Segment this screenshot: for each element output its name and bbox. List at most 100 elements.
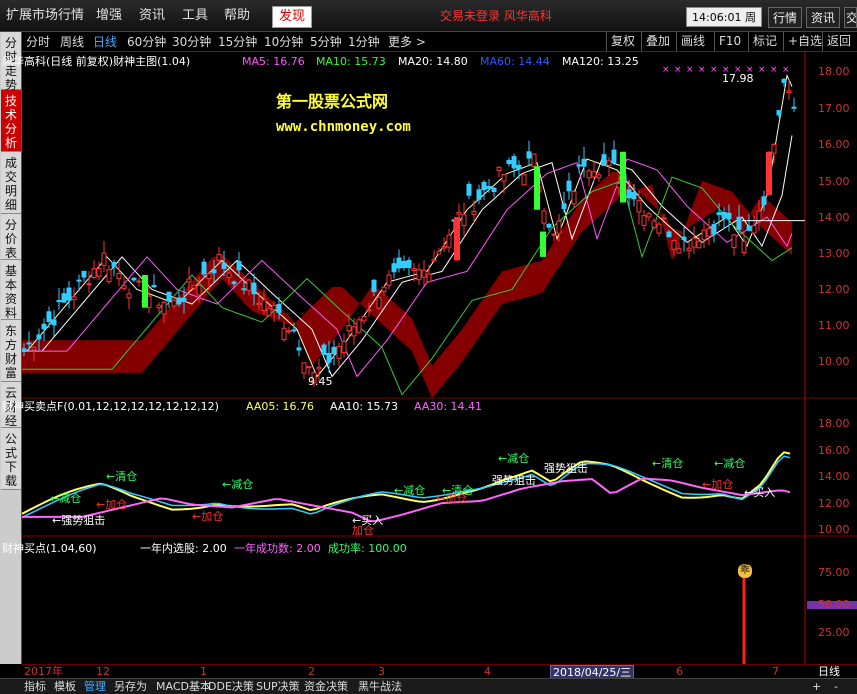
candle-body [526, 151, 532, 159]
btab-macd[interactable]: MACD基本 [156, 680, 211, 694]
signal-add: ←加仓 [96, 498, 128, 511]
period-5min[interactable]: 5分钟 [310, 33, 342, 51]
candle-body [256, 302, 262, 306]
adjust-button[interactable]: 复权 [606, 32, 639, 51]
draw-button[interactable]: 画线 [676, 32, 709, 51]
period-60min[interactable]: 60分钟 [127, 33, 166, 51]
candle-body [786, 90, 792, 94]
date-label: 2 [308, 665, 315, 678]
candle-body [116, 272, 122, 279]
signal-candle [620, 151, 626, 203]
date-label: 3 [378, 665, 385, 678]
btab-sup[interactable]: SUP决策 [256, 680, 300, 694]
signal-strong-snipe: 强势狙击 [492, 474, 536, 487]
candle-body [261, 299, 267, 311]
signal-reduce: ←减仓 [394, 484, 426, 497]
period-10min[interactable]: 10分钟 [264, 33, 303, 51]
btab-template[interactable]: 模板 [54, 680, 76, 694]
btab-save-as[interactable]: 另存为 [114, 680, 147, 694]
candle-body [441, 246, 447, 249]
candle-body [486, 186, 492, 189]
overlay-button[interactable]: 叠加 [641, 32, 674, 51]
tab-technical[interactable]: 技术分析 [1, 90, 21, 152]
login-notice[interactable]: 交易未登录 风华高科 [440, 6, 552, 26]
btab-fund[interactable]: 资金决策 [304, 680, 348, 694]
candle-body [411, 268, 417, 271]
candle-body [406, 259, 412, 269]
btab-dde[interactable]: DDE决策 [208, 680, 254, 694]
period-intraday[interactable]: 分时 [26, 33, 50, 51]
date-label: 2017年 [24, 665, 63, 678]
period-daily[interactable]: 日线 [93, 33, 117, 51]
menu-help[interactable]: 帮助 [224, 6, 250, 26]
mark-button[interactable]: 标记 [748, 32, 781, 51]
period-weekly[interactable]: 周线 [60, 33, 84, 51]
f10-button[interactable]: F10 [714, 32, 745, 51]
candle-body [271, 305, 277, 310]
chart-area[interactable]: × × × × × × × × × × × 风华高科(日线 前复权)财神主图(1.04) MA5: … [2, 52, 857, 664]
ma60-label: MA60: 14.44 [480, 55, 550, 68]
menu-discover[interactable]: 发现 [272, 6, 313, 28]
zoom-out-button[interactable]: - [834, 680, 838, 694]
ma-ribbon-area [22, 171, 792, 399]
candle-body [446, 234, 452, 248]
menu-enhance[interactable]: 增强 [96, 6, 122, 26]
candle-body [226, 272, 232, 278]
ma10-label: MA10: 15.73 [316, 55, 386, 68]
zoom-in-button[interactable]: + [812, 680, 821, 694]
news-button[interactable]: 资讯 [806, 7, 841, 28]
quotes-button[interactable]: 行情 [768, 7, 803, 28]
menu-extended-market[interactable]: 扩展市场行情 [6, 6, 84, 26]
y-tick: 13.00 [818, 247, 850, 260]
period-bar: 分时 周线 日线 60分钟 30分钟 15分钟 10分钟 5分钟 1分钟 更多 … [22, 32, 857, 52]
tab-profile[interactable]: 基本资料 [1, 260, 21, 320]
btab-black-bull[interactable]: 黑牛战法 [358, 680, 402, 694]
candle-body [336, 345, 342, 360]
x-marker: × [782, 65, 790, 75]
candle-body [316, 366, 322, 370]
low-price-label: 9.45 [308, 375, 333, 388]
period-30min[interactable]: 30分钟 [172, 33, 211, 51]
candle-body [161, 301, 167, 315]
tab-trades[interactable]: 成交明细 [1, 152, 21, 214]
x-marker: × [698, 65, 706, 75]
stat-selected: 一年内选股: 2.00 [140, 542, 227, 555]
period-more[interactable]: 更多 > [388, 33, 426, 51]
trade-button[interactable]: 交 [844, 7, 857, 28]
x-marker: × [662, 65, 670, 75]
aa05-label: AA05: 16.76 [246, 400, 315, 413]
add-watchlist-button[interactable]: +自选 [783, 32, 826, 51]
tab-formula-download[interactable]: 公式下载 [1, 428, 21, 490]
candle-body [91, 268, 97, 278]
btab-indicator[interactable]: 指标 [24, 680, 46, 694]
btab-manage[interactable]: 管理 [84, 680, 106, 694]
candle-body [96, 268, 102, 277]
tab-eastmoney[interactable]: 东方财富 [1, 320, 21, 382]
candle-body [36, 334, 42, 340]
period-15min[interactable]: 15分钟 [218, 33, 257, 51]
candle-body [71, 296, 77, 301]
signal-candle [142, 275, 148, 308]
candle-body [701, 229, 707, 241]
bottom-panel-title: 财神买点(1.04,60) [2, 542, 97, 555]
candle-body [481, 181, 487, 191]
candle-body [206, 273, 212, 279]
candle-body [651, 220, 657, 228]
back-button[interactable]: 返回 [822, 32, 855, 51]
candle-body [101, 252, 107, 266]
candle-body [756, 210, 762, 222]
candle-body [66, 287, 72, 301]
menu-tools[interactable]: 工具 [182, 6, 208, 26]
candle-body [426, 273, 432, 283]
x-marker: × [686, 65, 694, 75]
tab-price-table[interactable]: 分价表 [1, 214, 21, 260]
period-indicator[interactable]: 日线 [818, 665, 840, 678]
period-1min[interactable]: 1分钟 [348, 33, 380, 51]
candle-body [196, 285, 202, 296]
chart-canvas[interactable]: × × × × × × × × × × × [21, 52, 857, 664]
candle-body [361, 315, 367, 322]
menu-news[interactable]: 资讯 [139, 6, 165, 26]
date-label: 6 [676, 665, 683, 678]
aa30-label: AA30: 14.41 [414, 400, 483, 413]
candle-body [211, 269, 217, 274]
